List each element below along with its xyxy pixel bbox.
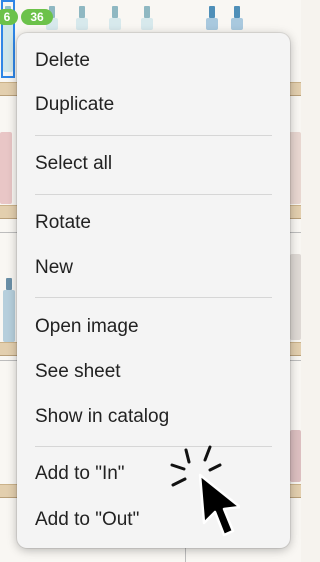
column-divider bbox=[185, 548, 186, 562]
menu-item-open-image[interactable]: Open image bbox=[17, 307, 290, 347]
menu-separator bbox=[35, 135, 272, 136]
arrow-pointer-icon bbox=[198, 473, 240, 537]
product-bottle[interactable] bbox=[230, 6, 244, 30]
menu-separator bbox=[35, 194, 272, 195]
product-box[interactable] bbox=[0, 132, 12, 204]
product-bottle[interactable] bbox=[75, 6, 89, 30]
product-bottle[interactable] bbox=[205, 6, 219, 30]
menu-item-show-in-catalog[interactable]: Show in catalog bbox=[17, 397, 290, 437]
product-bottle[interactable] bbox=[108, 6, 122, 30]
menu-item-delete[interactable]: Delete bbox=[17, 41, 290, 81]
product-box[interactable] bbox=[290, 254, 301, 340]
context-menu: Delete Duplicate Select all Rotate New O… bbox=[17, 33, 290, 548]
click-burst-icon bbox=[170, 445, 222, 487]
count-badge: 36 bbox=[21, 9, 53, 25]
menu-item-duplicate[interactable]: Duplicate bbox=[17, 85, 290, 125]
menu-item-add-to-in[interactable]: Add to "In" bbox=[17, 454, 290, 494]
product-bottle[interactable] bbox=[2, 278, 16, 342]
product-box[interactable] bbox=[290, 430, 301, 482]
menu-item-rotate[interactable]: Rotate bbox=[17, 203, 290, 243]
product-box[interactable] bbox=[289, 132, 301, 204]
menu-item-new[interactable]: New bbox=[17, 248, 290, 288]
count-badge: 6 bbox=[0, 9, 18, 25]
mouse-pointer bbox=[170, 445, 240, 537]
menu-separator bbox=[35, 297, 272, 298]
menu-item-select-all[interactable]: Select all bbox=[17, 144, 290, 184]
product-bottle[interactable] bbox=[140, 6, 154, 30]
menu-item-add-to-out[interactable]: Add to "Out" bbox=[17, 500, 290, 540]
menu-item-see-sheet[interactable]: See sheet bbox=[17, 352, 290, 392]
